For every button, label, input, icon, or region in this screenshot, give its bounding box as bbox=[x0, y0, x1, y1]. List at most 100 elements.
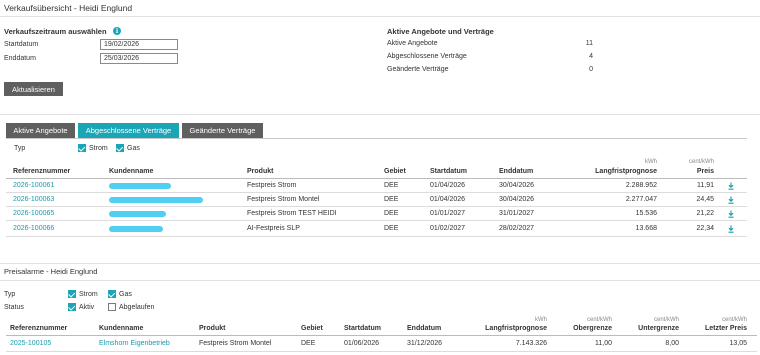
alarm-customer-link[interactable]: Elmshorn Eigenbetrieb bbox=[99, 340, 170, 347]
col-header-area[interactable]: Gebiet bbox=[384, 168, 406, 175]
contract-price: 21,22 bbox=[696, 210, 714, 217]
contract-ref-link[interactable]: 2026-100066 bbox=[13, 225, 54, 232]
contract-price: 24,45 bbox=[696, 196, 714, 203]
info-icon[interactable]: i bbox=[113, 27, 121, 35]
contract-product: Festpreis Strom bbox=[247, 182, 297, 189]
col-header-end[interactable]: Enddatum bbox=[499, 168, 533, 175]
download-icon[interactable] bbox=[727, 210, 735, 218]
type-filter-label: Typ bbox=[14, 145, 26, 152]
row-divider bbox=[6, 192, 747, 193]
download-icon[interactable] bbox=[727, 182, 735, 190]
summary-label-active-offers: Aktive Angebote bbox=[387, 40, 438, 47]
col-header-customer[interactable]: Kundenname bbox=[109, 168, 153, 175]
gas-checkbox[interactable] bbox=[116, 144, 124, 152]
contract-ref-link[interactable]: 2026-100061 bbox=[13, 182, 54, 189]
alarm-lower: 8,00 bbox=[665, 340, 679, 347]
alarm-col-header-last[interactable]: Letzter Preis bbox=[687, 325, 747, 332]
period-heading: Verkaufszeitraum auswählen bbox=[4, 27, 107, 36]
alarm-col-header-end[interactable]: Enddatum bbox=[407, 325, 441, 332]
col-header-forecast[interactable]: Langfristprognose bbox=[567, 168, 657, 175]
alarm-type-label: Typ bbox=[4, 291, 16, 298]
tab-closed-contracts[interactable]: Abgeschlossene Verträge bbox=[78, 123, 179, 138]
alarm-strom-checkbox[interactable] bbox=[68, 290, 76, 298]
col-header-product[interactable]: Produkt bbox=[247, 168, 273, 175]
col-header-start[interactable]: Startdatum bbox=[430, 168, 467, 175]
contract-product: AI-Festpreis SLP bbox=[247, 225, 300, 232]
contract-product: Festpreis Strom Montel bbox=[247, 196, 320, 203]
start-date-label: Startdatum bbox=[4, 41, 39, 48]
alarm-gas-label: Gas bbox=[119, 291, 132, 298]
contract-forecast: 15.536 bbox=[635, 210, 657, 217]
summary-value-closed-contracts: 4 bbox=[589, 53, 593, 60]
contract-end: 30/04/2026 bbox=[499, 182, 535, 189]
contract-forecast: 2.288.952 bbox=[625, 182, 657, 189]
contract-ref-link[interactable]: 2026-100065 bbox=[13, 210, 54, 217]
contract-area: DEE bbox=[384, 182, 399, 189]
redacted-customer-name bbox=[109, 226, 163, 232]
alarm-col-header-forecast[interactable]: Langfristprognose bbox=[467, 325, 547, 332]
alarm-col-unit-upper: cent/kWh bbox=[586, 317, 612, 323]
alarm-expired-checkbox[interactable] bbox=[108, 303, 116, 311]
summary-label-changed-contracts: Geänderte Verträge bbox=[387, 66, 449, 73]
alarm-gas-checkbox[interactable] bbox=[108, 290, 116, 298]
title-divider bbox=[0, 16, 760, 17]
start-date-input[interactable] bbox=[100, 39, 178, 50]
download-icon[interactable] bbox=[727, 196, 735, 204]
alarm-last: 13,05 bbox=[729, 340, 747, 347]
col-unit-price: cent/kWh bbox=[688, 159, 714, 165]
alarm-product: Festpreis Strom Montel bbox=[199, 340, 272, 347]
row-divider bbox=[6, 351, 757, 352]
alarm-ref-link[interactable]: 2025-100105 bbox=[10, 340, 51, 347]
redacted-customer-name bbox=[109, 211, 166, 217]
col-header-price[interactable]: Preis bbox=[664, 168, 714, 175]
contract-price: 11,91 bbox=[697, 182, 714, 189]
redacted-customer-name bbox=[109, 183, 171, 189]
alarm-expired-label: Abgelaufen bbox=[119, 304, 155, 311]
tab-changed-contracts[interactable]: Geänderte Verträge bbox=[182, 123, 263, 138]
alarm-start: 01/06/2026 bbox=[344, 340, 380, 347]
summary-value-active-offers: 11 bbox=[585, 40, 593, 47]
col-unit-forecast: kWh bbox=[645, 159, 657, 165]
alarm-col-header-lower[interactable]: Untergrenze bbox=[629, 325, 679, 332]
download-icon[interactable] bbox=[727, 225, 735, 233]
end-date-label: Enddatum bbox=[4, 55, 36, 62]
alarm-col-header-start[interactable]: Startdatum bbox=[344, 325, 381, 332]
tab-active-offers[interactable]: Aktive Angebote bbox=[6, 123, 75, 138]
summary-label-closed-contracts: Abgeschlossene Verträge bbox=[387, 53, 467, 60]
summary-heading: Aktive Angebote und Verträge bbox=[387, 27, 494, 36]
table-header-divider bbox=[6, 178, 747, 179]
section-divider bbox=[0, 114, 760, 115]
alarm-active-checkbox[interactable] bbox=[68, 303, 76, 311]
contract-start: 01/04/2026 bbox=[430, 182, 466, 189]
contract-product: Festpreis Strom TEST HEIDI bbox=[247, 210, 337, 217]
contract-end: 28/02/2027 bbox=[499, 225, 535, 232]
alarm-status-label: Status bbox=[4, 304, 24, 311]
strom-checkbox[interactable] bbox=[78, 144, 86, 152]
alarm-col-header-customer[interactable]: Kundenname bbox=[99, 325, 143, 332]
row-divider bbox=[6, 220, 747, 221]
end-date-input[interactable] bbox=[100, 53, 178, 64]
alarm-area: DEE bbox=[301, 340, 316, 347]
col-header-ref[interactable]: Referenznummer bbox=[13, 168, 70, 175]
strom-checkbox-label: Strom bbox=[89, 145, 108, 152]
refresh-button[interactable]: Aktualisieren bbox=[4, 82, 63, 96]
alarm-col-header-area[interactable]: Gebiet bbox=[301, 325, 323, 332]
contract-start: 01/01/2027 bbox=[430, 210, 466, 217]
contract-forecast: 2.277.047 bbox=[625, 196, 657, 203]
alarm-col-header-upper[interactable]: Obergrenze bbox=[562, 325, 612, 332]
gas-checkbox-label: Gas bbox=[127, 145, 140, 152]
section-divider bbox=[0, 263, 760, 264]
tabs-baseline bbox=[6, 138, 747, 139]
alarm-forecast: 7.143.326 bbox=[515, 340, 547, 347]
alarm-table-header-divider bbox=[6, 335, 757, 336]
alarm-end: 31/12/2026 bbox=[407, 340, 443, 347]
contract-ref-link[interactable]: 2026-100063 bbox=[13, 196, 54, 203]
summary-value-changed-contracts: 0 bbox=[589, 66, 593, 73]
page-title: Verkaufsübersicht - Heidi Englund bbox=[4, 3, 133, 13]
alarm-col-unit-lower: cent/kWh bbox=[653, 317, 679, 323]
contract-area: DEE bbox=[384, 225, 399, 232]
contract-end: 30/04/2026 bbox=[499, 196, 535, 203]
alarm-col-header-ref[interactable]: Referenznummer bbox=[10, 325, 67, 332]
alarm-active-label: Aktiv bbox=[79, 304, 95, 311]
alarm-col-header-product[interactable]: Produkt bbox=[199, 325, 225, 332]
